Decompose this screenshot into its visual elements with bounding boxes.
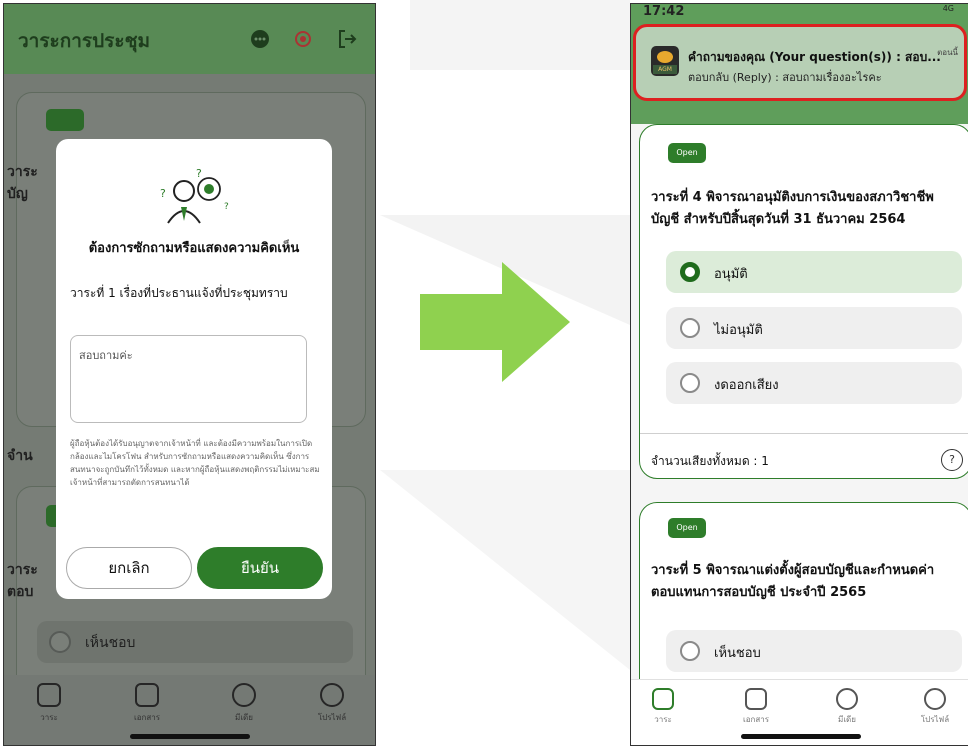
status-signal: 4G xyxy=(942,4,954,13)
agenda-icon xyxy=(37,683,61,707)
profile-icon xyxy=(924,688,946,710)
dialog-agenda: วาระที่ 1 เรื่องที่ประธานแจ้งที่ประชุมทร… xyxy=(70,286,288,300)
vote-option-approve[interactable]: อนุมัติ xyxy=(666,251,962,293)
page-title: วาระการประชุม xyxy=(18,30,151,52)
vote-option-agree[interactable]: เห็นชอบ xyxy=(666,630,962,672)
card-title: วาระ xyxy=(7,562,38,578)
agenda-card: Open วาระที่ 4 พิจารณาอนุมัติงบการเงินขอ… xyxy=(639,124,968,479)
watermark-shape xyxy=(380,470,630,670)
tab-agenda[interactable]: วาระ xyxy=(635,688,691,726)
total-votes-label: จำน xyxy=(7,448,33,464)
bottom-tab-bar: วาระ เอกสาร มีเดีย โปรไฟล์ xyxy=(4,675,375,745)
tab-agenda[interactable]: วาระ xyxy=(19,683,79,724)
tab-media[interactable]: มีเดีย xyxy=(819,688,875,726)
push-notification[interactable]: AGM คำถามของคุณ (Your question(s)) : สอบ… xyxy=(633,24,967,101)
svg-text:?: ? xyxy=(160,187,166,200)
vote-option-disapprove[interactable]: ไม่อนุมัติ xyxy=(666,307,962,349)
svg-text:?: ? xyxy=(224,202,229,212)
agenda-list: Open วาระที่ 4 พิจารณาอนุมัติงบการเงินขอ… xyxy=(631,124,968,745)
app-logo-icon: AGM xyxy=(651,46,679,76)
agenda-icon xyxy=(652,688,674,710)
notification-question: คำถามของคุณ (Your question(s)) : สอบ... xyxy=(688,50,941,64)
dialog-title: ต้องการซักถามหรือแสดงความคิดเห็น xyxy=(88,241,300,256)
question-dialog: ? ? ? ต้องการซักถามหรือแสดงความคิดเห็น ว… xyxy=(56,139,332,599)
home-indicator xyxy=(741,734,861,739)
right-phone-screen: 17:42 4G AGM คำถามของคุณ (Your question(… xyxy=(630,3,968,746)
radio-icon xyxy=(680,373,700,393)
vote-option-abstain[interactable]: งดออกเสียง xyxy=(666,362,962,404)
radio-selected-icon xyxy=(680,262,700,282)
right-arrow-icon xyxy=(420,262,570,382)
home-indicator xyxy=(130,734,250,739)
cancel-button[interactable]: ยกเลิก xyxy=(66,547,192,589)
chat-icon[interactable] xyxy=(249,28,271,50)
tab-profile[interactable]: โปรไฟล์ xyxy=(907,688,963,726)
status-badge xyxy=(46,109,84,131)
card-title: วาระ xyxy=(7,164,38,180)
notification-reply: ตอบกลับ (Reply) : สอบถามเรื่องอะไรคะ xyxy=(688,71,882,84)
bottom-tab-bar: วาระ เอกสาร มีเดีย โปรไฟล์ xyxy=(631,679,968,745)
confirm-button[interactable]: ยืนยัน xyxy=(197,547,323,589)
profile-icon xyxy=(320,683,344,707)
live-broadcast-icon[interactable] xyxy=(292,28,314,50)
tab-media[interactable]: มีเดีย xyxy=(214,683,274,724)
card-title: บัญ xyxy=(7,186,28,202)
app-header: วาระการประชุม xyxy=(4,4,375,74)
play-icon xyxy=(232,683,256,707)
radio-icon xyxy=(680,641,700,661)
notification-time: ตอนนี้ xyxy=(937,48,958,57)
tab-documents[interactable]: เอกสาร xyxy=(117,683,177,724)
tab-documents[interactable]: เอกสาร xyxy=(728,688,784,726)
agenda-title: วาระที่ 5 พิจารณาแต่งตั้งผู้สอบบัญชีและก… xyxy=(651,563,935,600)
divider xyxy=(640,433,968,434)
folder-icon xyxy=(135,683,159,707)
watermark-shape xyxy=(410,0,630,70)
question-input[interactable]: สอบถามค่ะ xyxy=(70,335,307,423)
ask-question-icon: ? ? ? xyxy=(160,167,229,224)
help-icon[interactable]: ? xyxy=(941,449,963,471)
svg-text:?: ? xyxy=(196,167,202,180)
tab-profile[interactable]: โปรไฟล์ xyxy=(302,683,362,724)
radio-icon xyxy=(680,318,700,338)
dialog-notice: ผู้ถือหุ้นต้องได้รับอนุญาตจากเจ้าหน้าที่… xyxy=(70,439,320,487)
vote-option[interactable]: เห็นชอบ xyxy=(37,621,353,663)
status-time: 17:42 xyxy=(643,4,685,19)
radio-icon xyxy=(49,631,71,653)
comparison-canvas: วาระการประชุม วาระ บัญ จำน วาระ ตอบ เห็น… xyxy=(0,0,968,749)
total-votes: จำนวนเสียงทั้งหมด : 1 xyxy=(651,454,769,468)
left-phone-screen: วาระการประชุม วาระ บัญ จำน วาระ ตอบ เห็น… xyxy=(3,3,376,746)
logout-icon[interactable] xyxy=(336,28,358,50)
play-icon xyxy=(836,688,858,710)
folder-icon xyxy=(745,688,767,710)
status-badge: Open xyxy=(668,518,706,538)
status-badge: Open xyxy=(668,143,706,163)
card-title: ตอบ xyxy=(7,584,34,600)
agenda-title: วาระที่ 4 พิจารณาอนุมัติงบการเงินของสภาว… xyxy=(651,190,934,227)
